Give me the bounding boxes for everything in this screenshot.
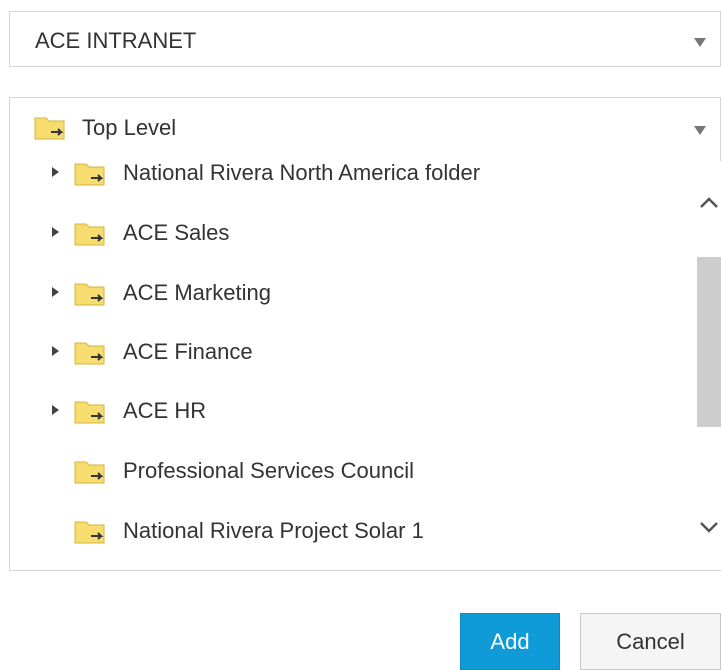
folder-arrow-icon (74, 340, 108, 371)
folder-arrow-icon (74, 161, 108, 192)
site-select[interactable]: ACE INTRANET (9, 11, 721, 67)
tree-item[interactable]: National Rivera North America folder (10, 161, 694, 198)
folder-select-value: Top Level (82, 115, 177, 140)
caret-down-icon[interactable] (694, 38, 706, 47)
folder-arrow-icon (34, 115, 68, 146)
tree-item-label: ACE HR (123, 398, 207, 423)
expand-arrow-icon[interactable] (52, 405, 59, 415)
tree-item[interactable]: ACE HR (10, 386, 694, 436)
scrollbar[interactable] (695, 161, 721, 570)
folder-select[interactable]: Top Level (9, 97, 721, 162)
tree-item-label: ACE Sales (123, 220, 230, 245)
tree-item[interactable]: ACE Finance (10, 327, 694, 377)
folder-arrow-icon (74, 221, 108, 252)
tree-item-label: ACE Finance (123, 339, 253, 364)
tree-item-label: National Rivera Project Solar 1 (123, 518, 424, 543)
tree-item-label: Professional Services Council (123, 458, 415, 483)
expand-arrow-icon[interactable] (52, 167, 59, 177)
expand-arrow-icon[interactable] (52, 227, 59, 237)
expand-arrow-icon[interactable] (52, 287, 59, 297)
tree-item[interactable]: National Rivera Project Solar 1 (10, 506, 694, 556)
tree-item[interactable]: ACE Sales (10, 208, 694, 258)
scroll-up-icon[interactable] (697, 193, 721, 213)
cancel-button[interactable]: Cancel (580, 613, 721, 670)
tree-item[interactable]: Professional Services Council (10, 446, 694, 496)
scroll-thumb[interactable] (697, 257, 721, 427)
caret-down-icon[interactable] (694, 126, 706, 135)
folder-arrow-icon (74, 459, 108, 490)
tree-item-label: National Rivera North America folder (123, 161, 481, 185)
scroll-down-icon[interactable] (697, 517, 721, 537)
folder-arrow-icon (74, 281, 108, 312)
folder-arrow-icon (74, 399, 108, 430)
folder-arrow-icon (74, 519, 108, 550)
tree-item-label: ACE Marketing (123, 280, 271, 305)
tree-item[interactable]: ACE Marketing (10, 268, 694, 318)
folder-tree: National Rivera North America folder ACE … (9, 161, 721, 571)
add-button[interactable]: Add (460, 613, 560, 670)
site-select-value: ACE INTRANET (35, 28, 197, 53)
expand-arrow-icon[interactable] (52, 346, 59, 356)
